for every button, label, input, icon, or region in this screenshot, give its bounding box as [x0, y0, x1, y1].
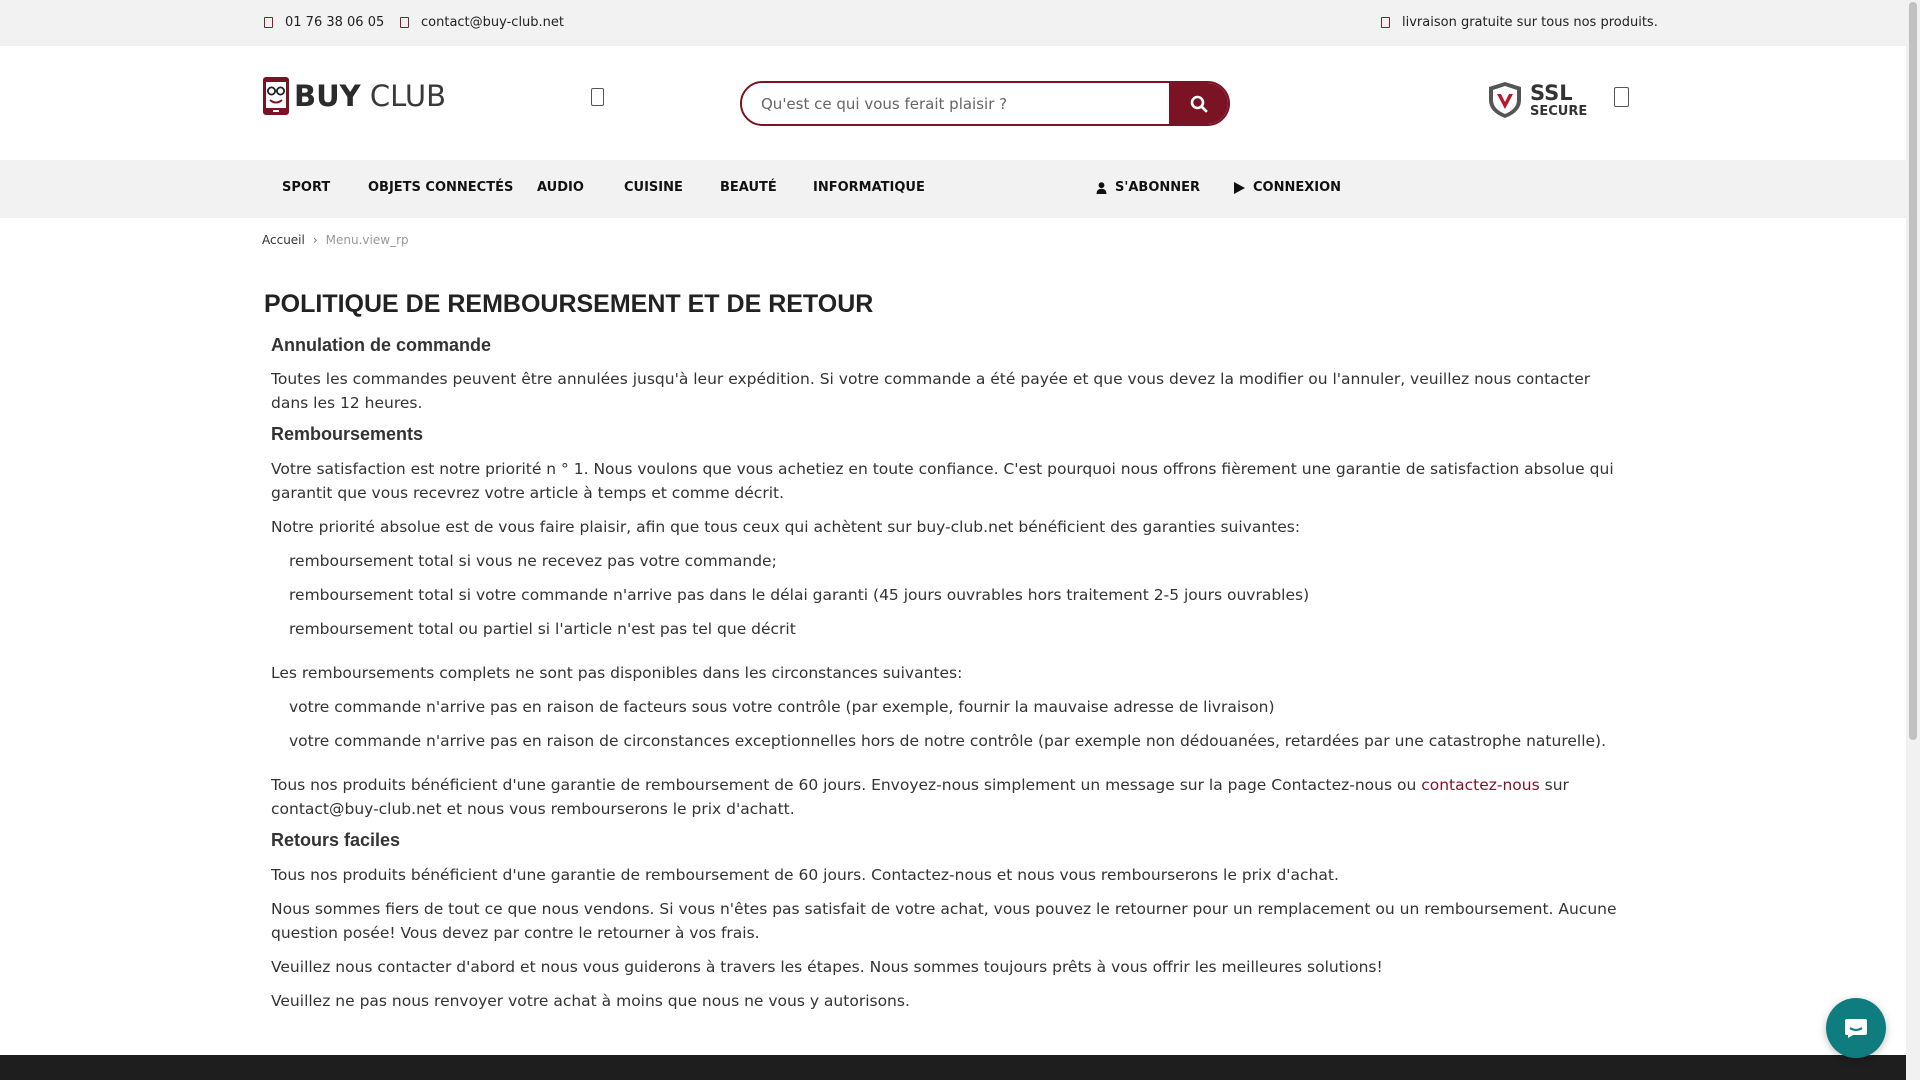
section-heading-remboursements: Remboursements: [271, 424, 424, 444]
page-title: POLITIQUE DE REMBOURSEMENT ET DE RETOUR: [264, 290, 874, 318]
search-input[interactable]: [742, 83, 1169, 124]
truck-icon: [1381, 17, 1390, 28]
paragraph-text: Tous nos produits bénéficient d'une gara…: [271, 776, 1422, 794]
main-nav: SPORT OBJETS CONNECTÉS AUDIO CUISINE BEA…: [0, 160, 1906, 218]
ssl-badge: SSL SECURE: [1486, 80, 1587, 120]
paragraph: Veuillez nous contacter d'abord et nous …: [271, 958, 1383, 976]
chat-button[interactable]: [1826, 998, 1886, 1058]
list-item: votre commande n'arrive pas en raison de…: [289, 698, 1275, 716]
section-heading-annulation: Annulation de commande: [271, 335, 492, 355]
search-icon: [1190, 95, 1207, 112]
footer: [0, 1055, 1906, 1080]
main-content: POLITIQUE DE REMBOURSEMENT ET DE RETOUR …: [262, 290, 1632, 1013]
play-icon: [1234, 181, 1245, 194]
paragraph: Toutes les commandes peuvent être annulé…: [271, 370, 1591, 412]
mobile-icon[interactable]: [591, 88, 604, 106]
topbar-email[interactable]: contact@buy-club.net: [400, 15, 564, 30]
nav-item-beaute[interactable]: BEAUTÉ: [720, 180, 777, 195]
paragraph-refund-guarantee: Tous nos produits bénéficient d'une gara…: [271, 773, 1632, 821]
ssl-shield-icon: [1489, 82, 1521, 118]
paragraph: Tous nos produits bénéficient d'une gara…: [271, 866, 1339, 884]
contact-link[interactable]: contactez-nous: [1421, 776, 1539, 794]
phone-icon: [264, 17, 273, 28]
topbar-shipping: livraison gratuite sur tous nos produits…: [1381, 15, 1658, 30]
topbar-phone[interactable]: 01 76 38 06 05: [264, 15, 384, 30]
subscribe-link[interactable]: S'ABONNER: [1096, 180, 1200, 195]
scrollbar-thumb[interactable]: [1909, 2, 1917, 740]
login-link[interactable]: CONNEXION: [1234, 180, 1341, 195]
list-item: remboursement total ou partiel si l'arti…: [289, 620, 796, 638]
topbar-shipping-text: livraison gratuite sur tous nos produits…: [1402, 15, 1658, 30]
logo-buy: BUY: [294, 79, 361, 113]
ssl-label: SSL: [1530, 80, 1573, 105]
list-item: remboursement total si vous ne recevez p…: [289, 552, 777, 570]
login-label: CONNEXION: [1253, 180, 1342, 195]
chevron-right-icon: ›: [312, 233, 318, 247]
paragraph: Notre priorité absolue est de vous faire…: [271, 518, 1301, 536]
section-heading-retours: Retours faciles: [271, 830, 401, 850]
breadcrumb-current: Menu.view_rp: [325, 233, 409, 247]
mail-icon: [400, 17, 409, 28]
breadcrumb: Accueil › Menu.view_rp: [262, 233, 409, 247]
scrollbar[interactable]: [1906, 0, 1920, 1080]
nav-item-sport[interactable]: SPORT: [282, 180, 330, 195]
search-button[interactable]: [1169, 83, 1228, 124]
breadcrumb-home[interactable]: Accueil: [262, 233, 305, 247]
cart-icon[interactable]: [1614, 87, 1629, 107]
site-logo[interactable]: BUY CLUB: [262, 76, 446, 116]
chat-icon: [1845, 1019, 1867, 1038]
top-bar: 01 76 38 06 05 contact@buy-club.net livr…: [0, 0, 1906, 46]
nav-item-objets-connectes[interactable]: OBJETS CONNECTÉS: [368, 180, 513, 195]
paragraph: Votre satisfaction est notre priorité n …: [271, 460, 1614, 502]
paragraph: Nous sommes fiers de tout ce que nous ve…: [271, 900, 1617, 942]
paragraph: Les remboursements complets ne sont pas …: [271, 664, 963, 682]
logo-phone-icon: [263, 77, 289, 115]
ssl-secure-label: SECURE: [1530, 103, 1588, 119]
logo-club: CLUB: [369, 79, 446, 113]
search-bar: [740, 81, 1230, 126]
nav-item-cuisine[interactable]: CUISINE: [624, 180, 683, 195]
topbar-phone-text: 01 76 38 06 05: [285, 15, 385, 30]
nav-item-informatique[interactable]: INFORMATIQUE: [813, 180, 925, 195]
list-item: remboursement total si votre commande n'…: [289, 586, 1310, 604]
user-icon: [1096, 181, 1107, 194]
subscribe-label: S'ABONNER: [1115, 180, 1201, 195]
nav-item-audio[interactable]: AUDIO: [537, 180, 584, 195]
list-item: votre commande n'arrive pas en raison de…: [289, 732, 1607, 750]
paragraph: Veuillez ne pas nous renvoyer votre acha…: [271, 992, 910, 1010]
topbar-email-text: contact@buy-club.net: [421, 15, 565, 30]
policy-body: Annulation de commande Toutes les comman…: [271, 333, 1632, 1013]
header: BUY CLUB SSL SECURE: [0, 46, 1906, 160]
